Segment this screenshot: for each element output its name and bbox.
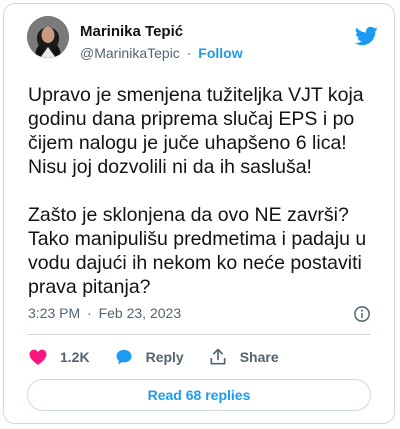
info-icon[interactable] (353, 305, 371, 323)
tweet-time: 3:23 PM (28, 305, 81, 321)
share-icon (210, 348, 226, 365)
read-replies-button[interactable]: Read 68 replies (27, 379, 371, 411)
twitter-bird-icon[interactable] (354, 24, 378, 48)
follow-link[interactable]: Follow (198, 45, 242, 61)
author-name[interactable]: Marinika Tepić (80, 23, 183, 40)
like-count: 1.2K (60, 349, 90, 365)
author-handle-row: @MarinikaTepic · Follow (80, 45, 243, 61)
tweet-actions: 1.2K Reply Share (28, 345, 303, 369)
separator-dot: · (87, 305, 92, 321)
share-button[interactable]: Share (208, 347, 279, 367)
avatar[interactable] (27, 16, 69, 58)
reply-button[interactable]: Reply (114, 347, 184, 367)
reply-label: Reply (145, 349, 184, 365)
separator-dot: · (186, 45, 192, 61)
divider (27, 334, 371, 335)
tweet-text: Upravo je smenjena tužiteljka VJT koja g… (28, 84, 367, 298)
author-handle[interactable]: @MarinikaTepic (80, 45, 180, 61)
share-label: Share (239, 349, 279, 365)
tweet-timestamp[interactable]: 3:23 PM · Feb 23, 2023 (28, 305, 181, 321)
tweet-card: Marinika Tepić @MarinikaTepic · Follow U… (3, 3, 395, 424)
tweet-date: Feb 23, 2023 (98, 305, 182, 321)
like-button[interactable]: 1.2K (28, 347, 90, 367)
reply-bubble-icon (116, 349, 132, 365)
heart-icon (29, 349, 47, 365)
